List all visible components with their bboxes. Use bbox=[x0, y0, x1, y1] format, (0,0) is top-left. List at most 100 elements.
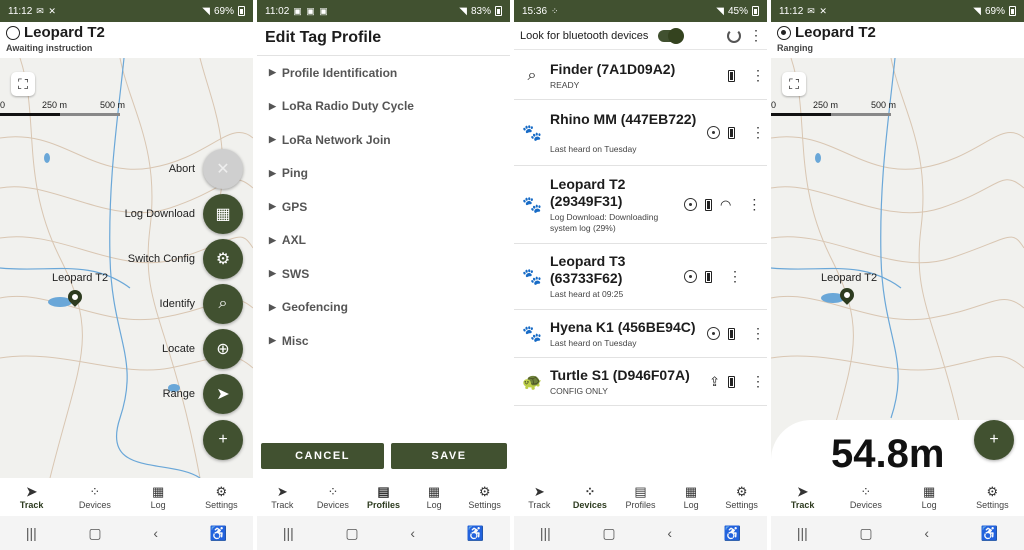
track-header: Leopard T2 Ranging bbox=[771, 22, 1024, 58]
upload-icon[interactable]: ⇪ bbox=[709, 374, 720, 390]
accessibility-icon[interactable]: ♿ bbox=[981, 525, 998, 542]
plus-icon[interactable]: + bbox=[974, 420, 1014, 460]
more-options-icon[interactable]: ⋮ bbox=[747, 196, 761, 213]
bottom-nav: ➤ Track ⁘ Devices ▤ Profiles ▦ Log ⚙ Settings bbox=[514, 478, 767, 516]
search-icon[interactable]: ⌕ bbox=[203, 284, 243, 324]
nav-track[interactable]: ➤ Track bbox=[257, 484, 307, 510]
recents-icon[interactable]: ||| bbox=[283, 525, 294, 541]
status-bar: 11:02 ▣ ▣ ▣ ◥ 83% bbox=[257, 0, 510, 22]
back-icon[interactable]: ‹ bbox=[667, 525, 672, 541]
nav-log[interactable]: ▦ Log bbox=[133, 484, 183, 510]
close-icon[interactable]: ✕ bbox=[203, 149, 243, 189]
more-options-icon[interactable]: ⋮ bbox=[728, 268, 742, 285]
device-name: Leopard T2 (29349F31) bbox=[550, 175, 626, 209]
section-sws[interactable]: ▶ SWS bbox=[257, 257, 510, 291]
home-icon[interactable]: ▢ bbox=[345, 525, 358, 542]
fab-identify[interactable]: Identify ⌕ bbox=[160, 284, 243, 324]
section-lora-duty-cycle[interactable]: ▶ LoRa Radio Duty Cycle bbox=[257, 90, 510, 124]
section-misc[interactable]: ▶ Misc bbox=[257, 324, 510, 358]
more-options-icon[interactable]: ⋮ bbox=[751, 373, 765, 390]
nav-profiles[interactable]: ▤ Profiles bbox=[615, 484, 665, 510]
nav-settings[interactable]: ⚙ Settings bbox=[967, 484, 1017, 510]
locate-icon[interactable] bbox=[684, 270, 697, 283]
nav-log[interactable]: ▦ Log bbox=[409, 484, 459, 510]
nav-devices[interactable]: ⁘ Devices bbox=[308, 484, 358, 510]
nav-profiles[interactable]: ▤ Profiles bbox=[358, 484, 408, 510]
list-item[interactable]: 🐢 Turtle S1 (D946F07A) CONFIG ONLY ⇪ ⋮ bbox=[514, 358, 767, 406]
more-options-icon[interactable]: ⋮ bbox=[751, 124, 765, 141]
navigation-icon: ➤ bbox=[276, 484, 288, 499]
device-name: Rhino MM (447EB722) bbox=[550, 110, 697, 127]
section-lora-network-join[interactable]: ▶ LoRa Network Join bbox=[257, 123, 510, 157]
calendar-icon[interactable]: ▦ bbox=[203, 194, 243, 234]
recents-icon[interactable]: ||| bbox=[797, 525, 808, 541]
recenter-button[interactable]: ⛶ bbox=[11, 72, 35, 96]
list-item[interactable]: 🐾 Hyena K1 (456BE94C) Last heard on Tuesd… bbox=[514, 310, 767, 358]
section-label: SWS bbox=[281, 266, 310, 281]
accessibility-icon[interactable]: ♿ bbox=[724, 525, 741, 542]
recenter-button[interactable]: ⛶ bbox=[782, 72, 806, 96]
bottom-nav: ➤ Track ⁘ Devices ▤ Profiles ▦ Log ⚙ Settings bbox=[257, 478, 510, 516]
fab-main[interactable]: + bbox=[203, 420, 243, 460]
home-icon[interactable]: ▢ bbox=[88, 525, 101, 542]
recents-icon[interactable]: ||| bbox=[26, 525, 37, 541]
locate-icon[interactable] bbox=[707, 327, 720, 340]
section-profile-identification[interactable]: ▶ Profile Identification bbox=[257, 56, 510, 90]
map-view[interactable]: ⛶ 0 250 m 500 m Leopard T2 bbox=[771, 58, 1024, 478]
back-icon[interactable]: ‹ bbox=[153, 525, 158, 541]
section-geofencing[interactable]: ▶ Geofencing bbox=[257, 291, 510, 325]
locate-icon[interactable] bbox=[707, 126, 720, 139]
list-item[interactable]: ⌕ Finder (7A1D09A2) READY ⋮ bbox=[514, 52, 767, 100]
plus-icon[interactable]: + bbox=[203, 420, 243, 460]
page-title: Edit Tag Profile bbox=[257, 22, 510, 56]
fab-main[interactable]: + bbox=[974, 420, 1014, 460]
gear-icon[interactable]: ⚙ bbox=[203, 239, 243, 279]
fab-abort[interactable]: Abort ✕ bbox=[169, 149, 243, 189]
nav-log[interactable]: ▦ Log bbox=[666, 484, 716, 510]
section-gps[interactable]: ▶ GPS bbox=[257, 190, 510, 224]
fab-switch-config[interactable]: Switch Config ⚙ bbox=[128, 239, 243, 279]
locate-icon[interactable] bbox=[684, 198, 697, 211]
fab-log-download[interactable]: Log Download ▦ bbox=[125, 194, 243, 234]
home-icon[interactable]: ▢ bbox=[602, 525, 615, 542]
locate-icon[interactable]: ⊕ bbox=[203, 329, 243, 369]
more-options-icon[interactable]: ⋮ bbox=[751, 67, 765, 84]
device-name: Finder (7A1D09A2) bbox=[550, 60, 676, 77]
nav-label: Track bbox=[19, 500, 44, 510]
back-icon[interactable]: ‹ bbox=[410, 525, 415, 541]
nav-track[interactable]: ➤ Track bbox=[7, 484, 57, 510]
list-item[interactable]: 🐾 Rhino MM (447EB722) Last heard on Tuesd… bbox=[514, 100, 767, 166]
nav-settings[interactable]: ⚙ Settings bbox=[196, 484, 246, 510]
track-screen: 11:12 ✉ ✕ ◥ 69% Leopard T2 Awaiting instr… bbox=[0, 0, 253, 550]
bluetooth-scan-bar: Look for bluetooth devices ⋮ bbox=[514, 22, 767, 50]
accessibility-icon[interactable]: ♿ bbox=[210, 525, 227, 542]
battery-icon bbox=[728, 375, 735, 388]
nav-log[interactable]: ▦ Log bbox=[904, 484, 954, 510]
cancel-button[interactable]: CANCEL bbox=[261, 443, 384, 469]
nav-label: Devices bbox=[78, 500, 111, 510]
section-ping[interactable]: ▶ Ping bbox=[257, 157, 510, 191]
nav-devices[interactable]: ⁘ Devices bbox=[70, 484, 120, 510]
more-options-icon[interactable]: ⋮ bbox=[751, 325, 765, 342]
device-status: CONFIG ONLY bbox=[550, 385, 608, 396]
save-button[interactable]: SAVE bbox=[391, 443, 507, 469]
fab-range[interactable]: Range ➤ bbox=[163, 374, 243, 414]
nav-settings[interactable]: ⚙ Settings bbox=[460, 484, 510, 510]
recents-icon[interactable]: ||| bbox=[540, 525, 551, 541]
navigation-icon[interactable]: ➤ bbox=[203, 374, 243, 414]
nav-track[interactable]: ➤ Track bbox=[514, 484, 564, 510]
section-axl[interactable]: ▶ AXL bbox=[257, 224, 510, 258]
back-icon[interactable]: ‹ bbox=[924, 525, 929, 541]
nav-settings[interactable]: ⚙ Settings bbox=[717, 484, 767, 510]
bluetooth-toggle[interactable] bbox=[658, 27, 685, 44]
status-battery: 83% bbox=[470, 5, 491, 17]
accessibility-icon[interactable]: ♿ bbox=[467, 525, 484, 542]
nav-devices[interactable]: ⁘ Devices bbox=[841, 484, 891, 510]
fab-locate[interactable]: Locate ⊕ bbox=[162, 329, 243, 369]
home-icon[interactable]: ▢ bbox=[859, 525, 872, 542]
more-options-icon[interactable]: ⋮ bbox=[749, 27, 763, 44]
nav-devices[interactable]: ⁘ Devices bbox=[565, 484, 615, 510]
nav-track[interactable]: ➤ Track bbox=[778, 484, 828, 510]
list-item[interactable]: 🐾 Leopard T3 (63733F62) Last heard at 09:… bbox=[514, 244, 767, 310]
list-item[interactable]: 🐾 Leopard T2 (29349F31) Log Download: Dow… bbox=[514, 166, 767, 244]
